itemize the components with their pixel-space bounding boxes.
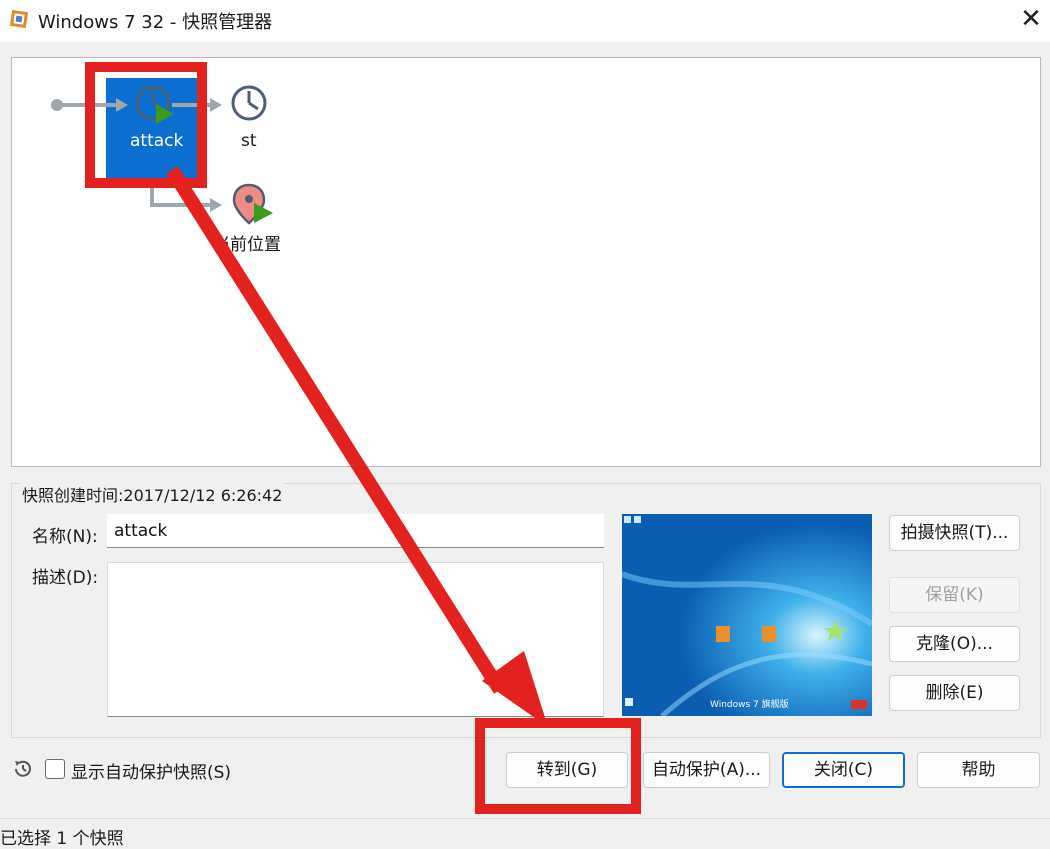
current-state-pin-icon — [232, 183, 273, 225]
window-title: Windows 7 32 - 快照管理器 — [38, 12, 273, 33]
take-snapshot-button[interactable]: 拍摄快照(T)... — [889, 515, 1020, 551]
snapshot-clock-icon — [135, 85, 174, 124]
clone-button[interactable]: 克隆(O)... — [889, 626, 1020, 662]
name-label: 名称(N): — [32, 527, 98, 547]
snapshot-clock-icon — [231, 85, 267, 121]
help-button[interactable]: 帮助 — [917, 752, 1040, 788]
status-separator — [0, 818, 1050, 819]
show-auto-snapshots-label[interactable]: 显示自动保护快照(S) — [71, 758, 231, 783]
history-icon — [15, 760, 31, 777]
snapshot-tree-panel[interactable]: attack st 当前位置 — [11, 57, 1041, 467]
current-marker-icon — [156, 104, 174, 124]
auto-protect-button[interactable]: 自动保护(A)... — [643, 752, 770, 788]
show-auto-snapshots-checkbox[interactable] — [45, 759, 65, 779]
virtualbox-icon — [9, 9, 29, 29]
close-button[interactable]: 关闭(C) — [782, 752, 905, 788]
snapshot-node-attack[interactable]: attack — [130, 131, 183, 151]
delete-button[interactable]: 删除(E) — [889, 675, 1020, 711]
keep-button[interactable]: 保留(K) — [889, 577, 1020, 613]
snapshot-tree-graph — [51, 85, 273, 225]
arrowhead-root-attack — [116, 98, 128, 112]
description-label: 描述(D): — [32, 568, 99, 588]
windows7-desktop-thumbnail — [622, 514, 872, 716]
description-field[interactable] — [107, 562, 604, 717]
current-state-node[interactable]: 当前位置 — [213, 230, 281, 255]
close-window-button[interactable]: ✕ — [1016, 4, 1046, 34]
goto-button[interactable]: 转到(G) — [506, 752, 628, 788]
snapshot-preview-thumbnail: Windows 7 旗舰版 — [622, 514, 872, 716]
name-field[interactable] — [107, 514, 604, 548]
title-bar: Windows 7 32 - 快照管理器 ✕ — [0, 0, 1050, 42]
snapshot-created-time: 快照创建时间:2017/12/12 6:26:42 — [20, 482, 285, 506]
connector-attack-current — [150, 178, 214, 207]
snapshot-node-st[interactable]: st — [241, 131, 257, 151]
status-text: 已选择 1 个快照 — [0, 829, 124, 849]
preview-taskbar-text: Windows 7 旗舰版 — [710, 700, 789, 710]
